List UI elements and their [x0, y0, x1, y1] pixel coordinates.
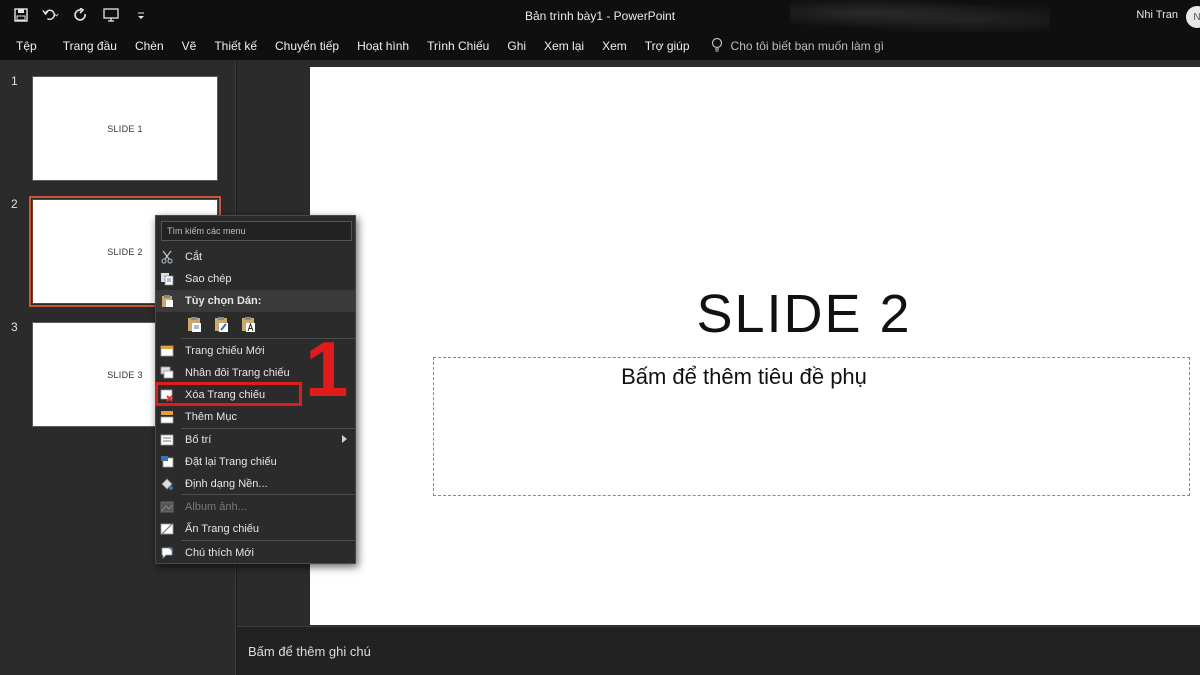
annotation-highlight-box [155, 382, 302, 406]
slide-canvas[interactable]: SLIDE 2 Bấm để thêm tiêu đề phụ [310, 67, 1200, 625]
menu-item-reset-slide[interactable]: Đặt lại Trang chiếu [156, 451, 355, 473]
window-title: Bản trình bày1 - PowerPoint [524, 9, 676, 23]
tab-record[interactable]: Ghi [498, 39, 535, 53]
submenu-arrow-icon [342, 435, 347, 443]
tab-home[interactable]: Trang đầu [54, 39, 126, 53]
tab-animations[interactable]: Hoạt hình [348, 39, 418, 53]
ribbon-tabs: Tệp Trang đầu Chèn Vẽ Thiết kế Chuyển ti… [0, 32, 1200, 60]
tab-view[interactable]: Xem [593, 39, 636, 53]
layout-icon [160, 433, 174, 447]
tell-me-text: Cho tôi biết bạn muốn làm gì [730, 39, 884, 53]
title-bar: Bản trình bày1 - PowerPoint Nhi Tran N [0, 0, 1200, 32]
context-menu-search[interactable]: Tìm kiếm các menu [161, 221, 352, 241]
menu-separator [181, 540, 355, 541]
reset-slide-icon [160, 455, 174, 469]
menu-separator [181, 494, 355, 495]
duplicate-slide-icon [160, 366, 174, 380]
paste-icon [160, 294, 174, 308]
menu-item-format-background[interactable]: Định dạng Nền... [156, 473, 355, 495]
tab-transitions[interactable]: Chuyển tiếp [266, 39, 348, 53]
menu-item-label: Thêm Mục [185, 411, 237, 423]
tab-review[interactable]: Xem lại [535, 39, 593, 53]
user-name[interactable]: Nhi Tran [1136, 9, 1178, 21]
menu-item-label: Album ảnh... [185, 501, 247, 513]
tab-design[interactable]: Thiết kế [205, 39, 266, 53]
menu-item-copy[interactable]: Sao chép [156, 268, 355, 290]
slide-thumbnail-label: SLIDE 3 [107, 369, 143, 380]
lightbulb-icon [711, 37, 723, 56]
subtitle-text: Bấm để thêm tiêu đề phụ [621, 364, 867, 389]
menu-item-photo-album: Album ảnh... [156, 496, 355, 518]
paste-options-row [186, 316, 257, 333]
menu-item-layout[interactable]: Bố trí [156, 429, 355, 451]
format-background-icon [160, 477, 174, 491]
menu-item-label: Cắt [185, 251, 203, 263]
paste-keep-text-only-icon[interactable] [240, 316, 257, 333]
tab-draw[interactable]: Vẽ [173, 39, 206, 53]
tell-me-search[interactable]: Cho tôi biết bạn muốn làm gì [711, 37, 884, 56]
notes-pane[interactable]: Bấm để thêm ghi chú [237, 626, 1200, 675]
menu-item-label: Bố trí [185, 434, 212, 446]
menu-item-label: Đặt lại Trang chiếu [185, 456, 277, 468]
menu-item-label: Trang chiếu Mới [185, 345, 265, 357]
slide-thumbnail-1[interactable]: SLIDE 1 [32, 76, 218, 181]
paste-keep-source-formatting-icon[interactable] [213, 316, 230, 333]
menu-item-hide-slide[interactable]: Ẩn Trang chiếu [156, 518, 355, 540]
tab-help[interactable]: Trợ giúp [636, 39, 699, 53]
menu-header-paste-options: Tùy chọn Dán: [156, 290, 355, 312]
tab-insert[interactable]: Chèn [126, 39, 173, 53]
copy-icon [160, 272, 174, 286]
notes-placeholder: Bấm để thêm ghi chú [248, 644, 371, 659]
menu-item-label: Ẩn Trang chiếu [185, 523, 259, 535]
avatar[interactable]: N [1186, 6, 1200, 28]
slide-number: 3 [11, 320, 18, 334]
menu-item-label: Định dạng Nền... [185, 478, 268, 490]
new-slide-icon [160, 344, 174, 358]
add-section-icon [160, 410, 174, 424]
slide-number: 1 [11, 74, 18, 88]
menu-item-label: Nhân đôi Trang chiếu [185, 367, 290, 379]
menu-item-label: Tùy chọn Dán: [185, 295, 262, 307]
photo-album-icon [160, 500, 174, 514]
tab-file[interactable]: Tệp [0, 39, 54, 53]
subtitle-placeholder[interactable]: Bấm để thêm tiêu đề phụ [433, 357, 1190, 496]
slide-title[interactable]: SLIDE 2 [310, 283, 1200, 345]
paste-use-destination-theme-icon[interactable] [186, 316, 203, 333]
menu-item-cut[interactable]: Cắt [156, 246, 355, 268]
slide-thumbnail-label: SLIDE 2 [107, 246, 143, 257]
slide-number: 2 [11, 197, 18, 211]
slide-thumbnail-label: SLIDE 1 [107, 123, 143, 134]
scissors-icon [160, 250, 174, 264]
powerpoint-window: Bản trình bày1 - PowerPoint Nhi Tran N T… [0, 0, 1200, 675]
hide-slide-icon [160, 522, 174, 536]
menu-item-label: Sao chép [185, 273, 232, 285]
new-comment-icon [160, 546, 174, 560]
menu-item-label: Chú thích Mới [185, 547, 254, 559]
tab-slideshow[interactable]: Trình Chiếu [418, 39, 498, 53]
menu-item-new-comment[interactable]: Chú thích Mới [156, 542, 355, 564]
annotation-step-number: 1 [305, 325, 349, 413]
